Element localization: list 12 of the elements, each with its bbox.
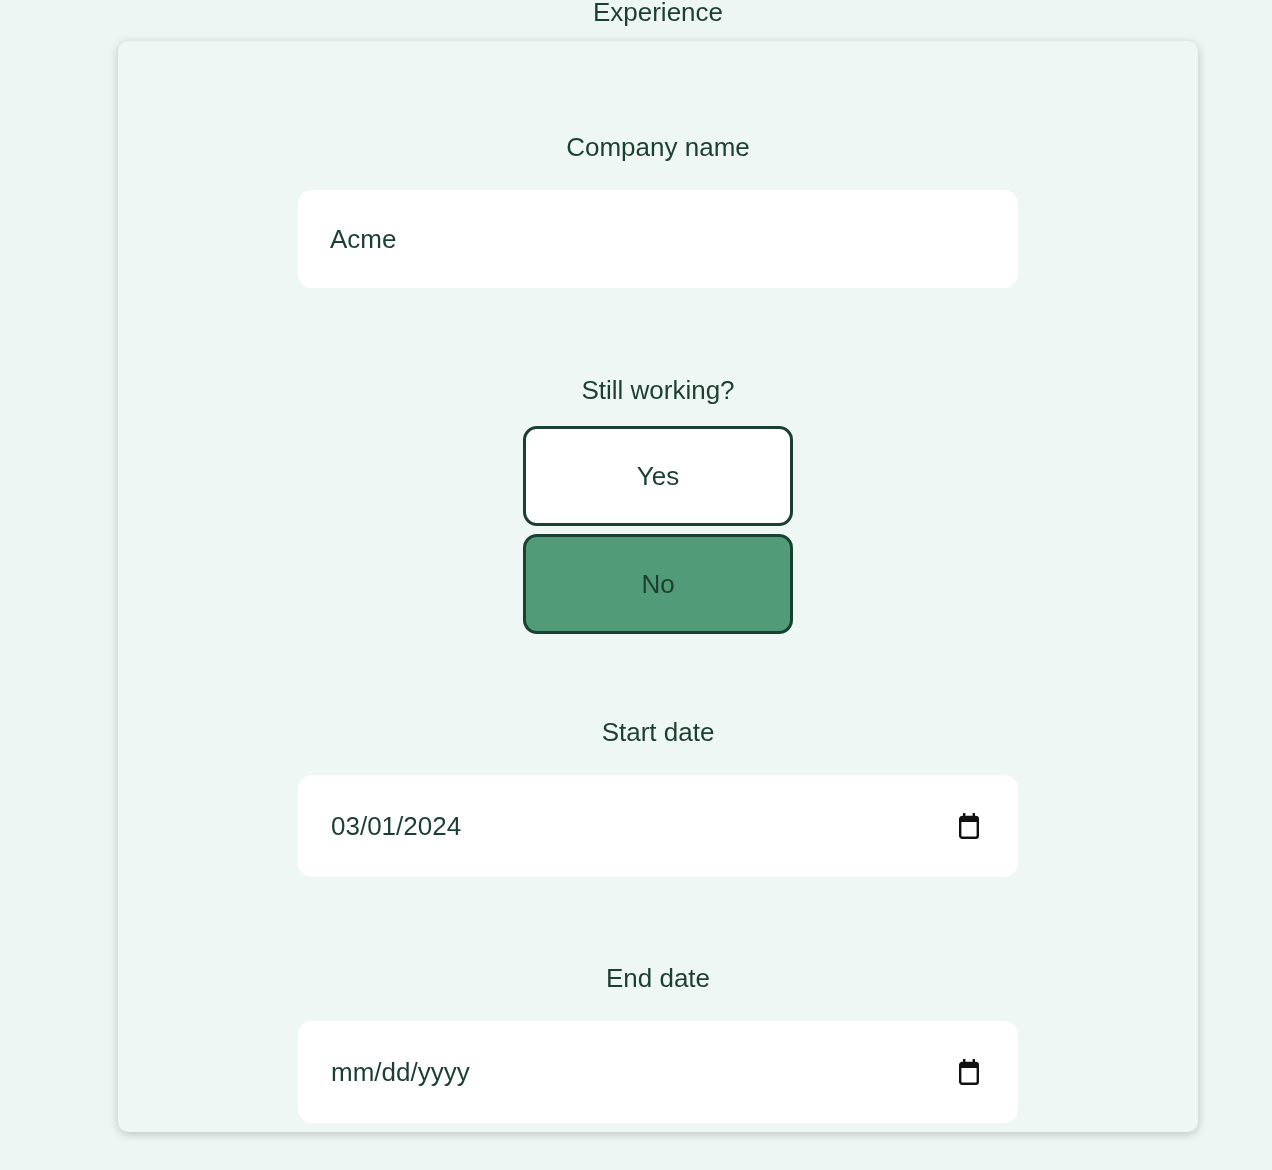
- field-label: Start date: [601, 716, 715, 748]
- option-button[interactable]: No: [523, 534, 793, 634]
- calendar-icon[interactable]: [958, 1059, 980, 1085]
- field-label: Still working?: [581, 374, 735, 406]
- text-input-field[interactable]: Acme: [298, 190, 1018, 288]
- option-button[interactable]: Yes: [523, 426, 793, 526]
- section-title: Experience: [592, 0, 724, 24]
- field-label: Company name: [566, 131, 750, 163]
- field-label: End date: [605, 962, 711, 994]
- date-input-field[interactable]: 03/01/2024: [298, 775, 1018, 877]
- calendar-icon[interactable]: [958, 813, 980, 839]
- date-input-field[interactable]: mm/dd/yyyy: [298, 1021, 1018, 1123]
